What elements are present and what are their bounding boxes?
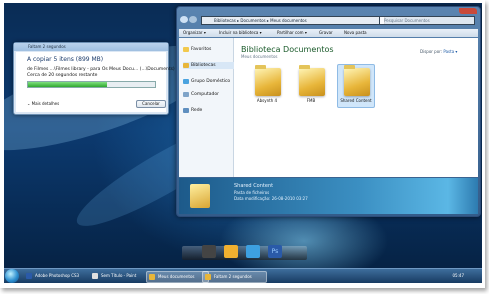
- new-folder-button[interactable]: Nova pasta: [344, 29, 367, 37]
- copy-progress-dialog: Faltam 2 segundos A copiar 5 itens (899 …: [13, 42, 175, 115]
- file-list: Biblioteca Documentos Meus documentos Di…: [234, 38, 478, 177]
- arrange-label: Dispor por:: [420, 49, 443, 54]
- copy-heading: A copiar 5 itens (899 MB): [27, 56, 104, 63]
- include-library-menu[interactable]: Incluir na biblioteca ▾: [219, 29, 262, 37]
- nav-homegroup[interactable]: Grupo Doméstico: [183, 78, 235, 85]
- taskbar-item-explorer[interactable]: Meus documentos: [146, 271, 209, 283]
- taskbar-item-paint[interactable]: Sem Título - Paint: [90, 271, 153, 281]
- dock-app-icon[interactable]: [202, 245, 216, 258]
- address-bar[interactable]: Bibliotecas ▸ Documentos ▸ Meus document…: [201, 16, 385, 25]
- details-pane: Shared Content Pasta de ficheiros Data m…: [179, 178, 478, 214]
- share-with-menu[interactable]: Partilhar com ▾: [277, 29, 307, 37]
- arrange-by[interactable]: Dispor por: Pasta ▾: [420, 49, 457, 54]
- folder-icon: [205, 274, 211, 280]
- photoshop-icon: [26, 273, 32, 279]
- task-label: Faltam 2 segundos: [214, 274, 252, 279]
- paint-icon: [92, 273, 98, 279]
- screenshot-frame: Faltam 2 segundos A copiar 5 itens (899 …: [0, 0, 485, 288]
- dialog-title: Faltam 2 segundos: [14, 43, 168, 51]
- taskbar: Adobe Photoshop CS3 Sem Título - Paint M…: [4, 268, 482, 283]
- photoshop-icon[interactable]: Ps: [268, 245, 282, 258]
- nav-label: Rede: [191, 108, 203, 113]
- navigation-pane: Favoritos Bibliotecas Grupo Doméstico Co…: [179, 38, 235, 177]
- command-bar: Organizar ▾ Incluir na biblioteca ▾ Part…: [179, 29, 478, 37]
- details-modified: Data modificação: 26-08-2010 03:27: [234, 196, 308, 201]
- folder-item-selected[interactable]: Shared Content: [337, 64, 375, 108]
- more-details-label: Mais detalhes: [31, 101, 60, 106]
- folder-label: FMB: [306, 98, 316, 103]
- details-type: Pasta de ficheiros: [234, 190, 270, 195]
- arrange-value: Pasta ▾: [443, 49, 458, 54]
- burn-button[interactable]: Gravar: [319, 29, 333, 37]
- folder-icon: [149, 274, 155, 280]
- more-details-toggle[interactable]: ⌄ Mais detalhes: [27, 101, 59, 106]
- nav-libraries[interactable]: Bibliotecas: [183, 62, 235, 69]
- start-button[interactable]: [5, 269, 19, 283]
- progress-fill: [28, 82, 107, 87]
- media-player-icon[interactable]: [224, 245, 238, 258]
- nav-label: Bibliotecas: [191, 63, 216, 68]
- star-icon: [183, 47, 189, 52]
- network-icon: [183, 108, 189, 113]
- task-label: Sem Título - Paint: [101, 273, 137, 278]
- clock[interactable]: 05:47: [452, 273, 464, 278]
- organize-menu[interactable]: Organizar ▾: [183, 29, 206, 37]
- nav-favorites[interactable]: Favoritos: [183, 46, 235, 53]
- copy-remaining: Cerca de 20 segundos restante: [27, 73, 98, 78]
- copy-from-line: de Filmes ...\Filmes library - para Os M…: [27, 67, 175, 72]
- task-label: Meus documentos: [158, 274, 195, 279]
- folder-item[interactable]: Absynth 4: [249, 65, 285, 107]
- dock-bar: Ps: [182, 245, 307, 260]
- folder-item[interactable]: FMB: [293, 65, 329, 107]
- forward-button[interactable]: [189, 16, 197, 23]
- nav-label: Favoritos: [191, 47, 212, 52]
- nav-network[interactable]: Rede: [183, 107, 235, 114]
- computer-icon: [183, 92, 189, 97]
- nav-computer[interactable]: Computador: [183, 91, 235, 98]
- task-label: Adobe Photoshop CS3: [35, 273, 80, 278]
- search-input[interactable]: Pesquisar Documentos: [379, 16, 475, 25]
- folder-icon: [255, 65, 281, 96]
- taskbar-item-copy[interactable]: Faltam 2 segundos: [202, 271, 267, 283]
- homegroup-icon: [183, 79, 189, 84]
- folder-icon: [344, 65, 370, 96]
- modified-value: 26-08-2010 03:27: [271, 196, 308, 201]
- taskbar-item-photoshop[interactable]: Adobe Photoshop CS3: [24, 271, 99, 281]
- library-title: Biblioteca Documentos: [241, 45, 334, 54]
- library-icon: [183, 63, 189, 68]
- desktop: Faltam 2 segundos A copiar 5 itens (899 …: [4, 3, 482, 283]
- cancel-button[interactable]: Cancelar: [136, 100, 166, 108]
- folder-label: Absynth 4: [256, 98, 278, 103]
- nav-label: Grupo Doméstico: [191, 79, 231, 84]
- modified-label: Data modificação:: [234, 196, 271, 201]
- nav-label: Computador: [191, 92, 219, 97]
- folder-icon: [299, 65, 325, 96]
- back-button[interactable]: [180, 16, 188, 23]
- copy-progress-bar: [27, 81, 156, 88]
- network-app-icon[interactable]: [246, 245, 260, 258]
- folder-label: Shared Content: [340, 98, 372, 103]
- explorer-window: Bibliotecas ▸ Documentos ▸ Meus document…: [176, 6, 481, 217]
- details-name: Shared Content: [234, 183, 274, 189]
- library-subtitle: Meus documentos: [241, 54, 278, 59]
- close-button[interactable]: [459, 8, 477, 14]
- folder-icon: [190, 184, 210, 208]
